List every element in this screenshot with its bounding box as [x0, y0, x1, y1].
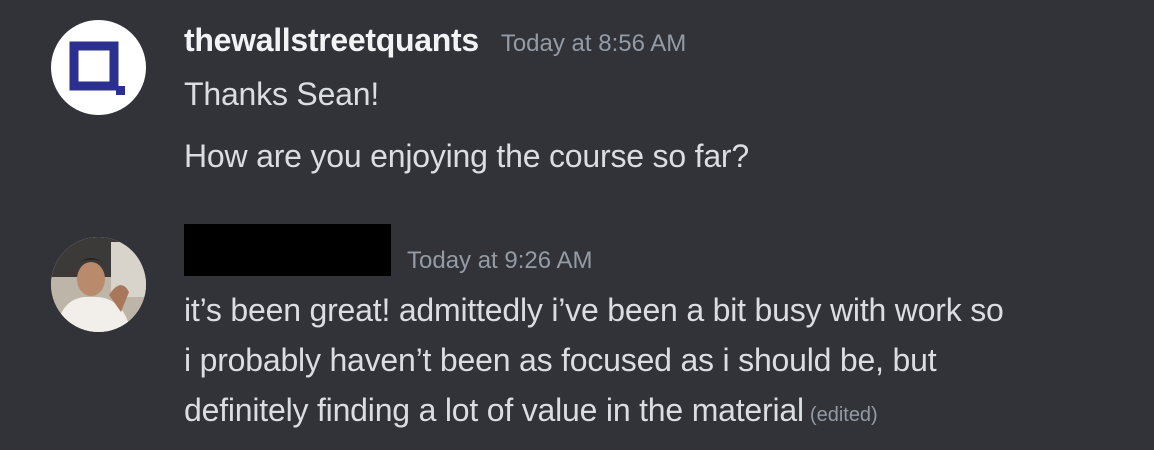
message-text-content: definitely finding a lot of value in the… [184, 392, 804, 428]
message-header: thewallstreetquants Today at 8:56 AM [184, 22, 686, 59]
avatar[interactable] [51, 20, 146, 115]
avatar[interactable] [51, 237, 146, 332]
message-text: definitely finding a lot of value in the… [184, 392, 878, 429]
message-header: Today at 9:26 AM [184, 224, 592, 276]
timestamp[interactable]: Today at 8:56 AM [501, 30, 686, 58]
user-photo-avatar [51, 237, 146, 332]
message-text: Thanks Sean! [184, 76, 380, 112]
username[interactable]: thewallstreetquants [184, 22, 479, 59]
redacted-username [184, 224, 391, 276]
message-text: it’s been great! admittedly i’ve been a … [184, 292, 1004, 328]
message-item: Today at 9:26 AM it’s been great! admitt… [0, 212, 1154, 450]
square-logo-icon [69, 41, 125, 95]
message-text: i probably haven’t been as focused as i … [184, 342, 937, 378]
timestamp[interactable]: Today at 9:26 AM [407, 247, 592, 275]
edited-label: (edited) [809, 404, 878, 426]
message-text: How are you enjoying the course so far? [184, 138, 749, 174]
message-item: thewallstreetquants Today at 8:56 AM Tha… [0, 0, 1154, 200]
